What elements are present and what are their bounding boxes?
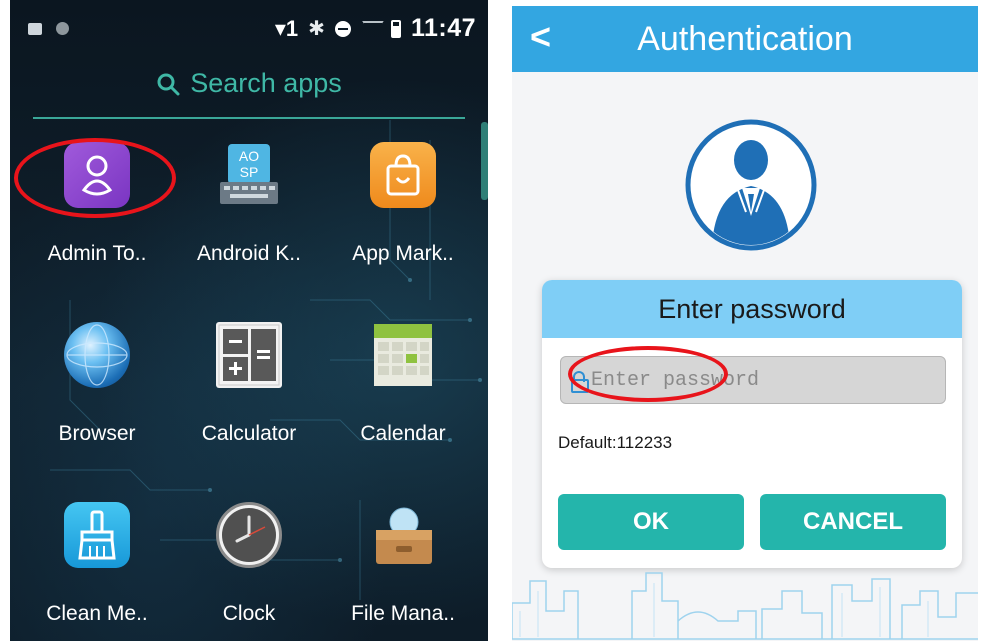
city-skyline-decoration	[512, 572, 978, 640]
app-clock[interactable]: Clock	[174, 490, 324, 641]
search-apps-bar[interactable]: Search apps	[10, 62, 488, 120]
wifi-icon	[361, 21, 381, 37]
app-label: Calculator	[201, 422, 297, 445]
app-file-manager[interactable]: File Mana..	[328, 490, 478, 641]
aosp-text-bottom: SP	[240, 164, 259, 180]
gallery-notification-icon	[28, 22, 42, 35]
authentication-screen: < Authentication Enter password Default:…	[512, 6, 978, 641]
highlight-ellipse-password-field	[568, 346, 728, 402]
default-password-hint: Default:112233	[558, 433, 673, 452]
dialog-title: Enter password	[658, 294, 846, 324]
calculator-icon	[216, 322, 282, 388]
app-label: Clock	[222, 602, 276, 625]
search-apps-label: Search apps	[190, 68, 342, 98]
app-drawer-screen: ▾1 ✱ 11:47 Search apps Admin To.. AO SP …	[10, 0, 488, 641]
aosp-text-top: AO	[239, 148, 259, 164]
app-label: Calendar	[360, 422, 446, 445]
app-browser[interactable]: Browser	[22, 310, 172, 470]
battery-icon	[390, 19, 401, 38]
app-calculator[interactable]: Calculator	[174, 310, 324, 470]
dialog-header: Enter password	[542, 280, 962, 338]
bluetooth-icon: ✱	[308, 18, 325, 40]
clock-icon	[216, 502, 282, 568]
file-manager-icon	[370, 502, 436, 568]
highlight-ellipse-admin-tools	[14, 138, 176, 218]
status-bar: ▾1 ✱ 11:47	[10, 0, 488, 60]
app-label: Browser	[58, 422, 136, 445]
calendar-icon	[370, 322, 436, 388]
app-label: Admin To..	[47, 242, 147, 265]
app-header: < Authentication	[512, 6, 978, 72]
app-label: Android K..	[197, 242, 301, 265]
app-label: Clean Me..	[46, 602, 148, 625]
clean-memory-icon	[64, 502, 130, 568]
search-underline	[33, 117, 465, 119]
app-label: App Mark..	[352, 242, 454, 265]
signal-indicator: ▾1	[274, 15, 299, 41]
status-time: 11:47	[410, 14, 476, 42]
app-clean-memory[interactable]: Clean Me..	[22, 490, 172, 641]
page-title: Authentication	[637, 20, 853, 58]
do-not-disturb-icon	[334, 20, 351, 37]
notification-dot-icon	[56, 22, 69, 35]
app-market[interactable]: App Mark..	[328, 130, 478, 290]
app-label: File Mana..	[351, 602, 455, 625]
search-icon	[157, 73, 180, 95]
browser-globe-icon	[64, 322, 130, 388]
app-calendar[interactable]: Calendar	[328, 310, 478, 470]
aosp-keyboard-icon: AO SP	[216, 142, 282, 208]
user-avatar-icon	[685, 119, 817, 251]
app-market-icon	[370, 142, 436, 208]
app-android-keyboard[interactable]: AO SP Android K..	[174, 130, 324, 290]
